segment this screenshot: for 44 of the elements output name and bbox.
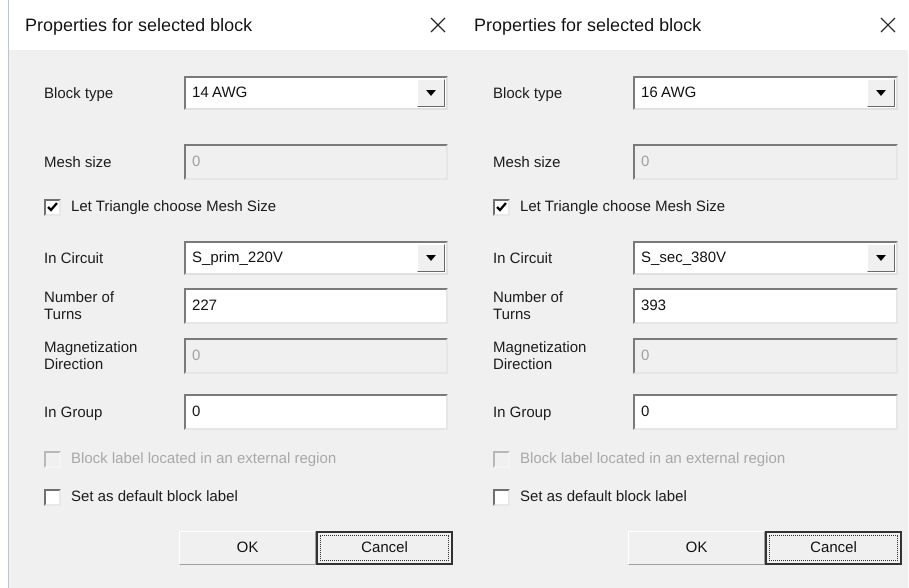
window-title: Properties for selected block bbox=[474, 14, 702, 37]
dropdown-button[interactable] bbox=[417, 79, 445, 107]
checkmark-icon bbox=[47, 202, 58, 212]
dropdown-button[interactable] bbox=[417, 244, 445, 272]
caret-icon bbox=[426, 90, 436, 96]
dropdown-button[interactable] bbox=[867, 244, 895, 272]
checkbox-label: Let Triangle choose Mesh Size bbox=[71, 196, 276, 217]
field-label: Block type bbox=[493, 84, 564, 102]
caret-icon bbox=[876, 255, 886, 261]
window-title: Properties for selected block bbox=[25, 14, 252, 37]
checkbox[interactable] bbox=[44, 198, 61, 216]
checkbox[interactable] bbox=[493, 198, 510, 216]
dialog-button[interactable]: OK bbox=[179, 531, 316, 565]
field-label: Mesh size bbox=[493, 154, 562, 170]
checkbox-label: Block label located in an external region bbox=[71, 448, 336, 469]
close-icon[interactable] bbox=[880, 17, 896, 33]
field-label: Magnetization Direction bbox=[44, 339, 138, 373]
dialog-button[interactable]: OK bbox=[628, 531, 765, 565]
caret-icon bbox=[876, 90, 886, 96]
field-label: Magnetization Direction bbox=[493, 339, 588, 373]
checkbox-label: Let Triangle choose Mesh Size bbox=[520, 196, 726, 217]
checkbox-label: Block label located in an external region bbox=[520, 448, 786, 469]
text-field[interactable]: 0 bbox=[184, 394, 448, 430]
field-label: Number of Turns bbox=[44, 289, 116, 323]
close-icon[interactable] bbox=[430, 17, 446, 33]
field-label: In Group bbox=[44, 404, 104, 420]
field-label: In Circuit bbox=[493, 250, 554, 266]
field-label: In Group bbox=[493, 404, 552, 420]
dialog-button[interactable]: Cancel bbox=[765, 531, 902, 565]
checkbox[interactable] bbox=[44, 488, 61, 506]
field-label: Mesh size bbox=[44, 154, 113, 170]
checkbox-label: Set as default block label bbox=[520, 486, 687, 507]
field-label: Number of Turns bbox=[493, 289, 564, 323]
field-label: Block type bbox=[44, 84, 114, 102]
checkbox[interactable] bbox=[493, 488, 510, 506]
text-field[interactable]: 393 bbox=[633, 288, 898, 324]
checkmark-icon bbox=[496, 202, 507, 212]
text-field[interactable]: 0 bbox=[633, 394, 898, 430]
dialog-button[interactable]: Cancel bbox=[316, 531, 453, 565]
field-label: In Circuit bbox=[44, 250, 104, 266]
text-field[interactable]: 227 bbox=[184, 288, 448, 324]
checkbox-label: Set as default block label bbox=[71, 486, 238, 507]
caret-icon bbox=[426, 255, 436, 261]
dropdown-button[interactable] bbox=[867, 79, 895, 107]
